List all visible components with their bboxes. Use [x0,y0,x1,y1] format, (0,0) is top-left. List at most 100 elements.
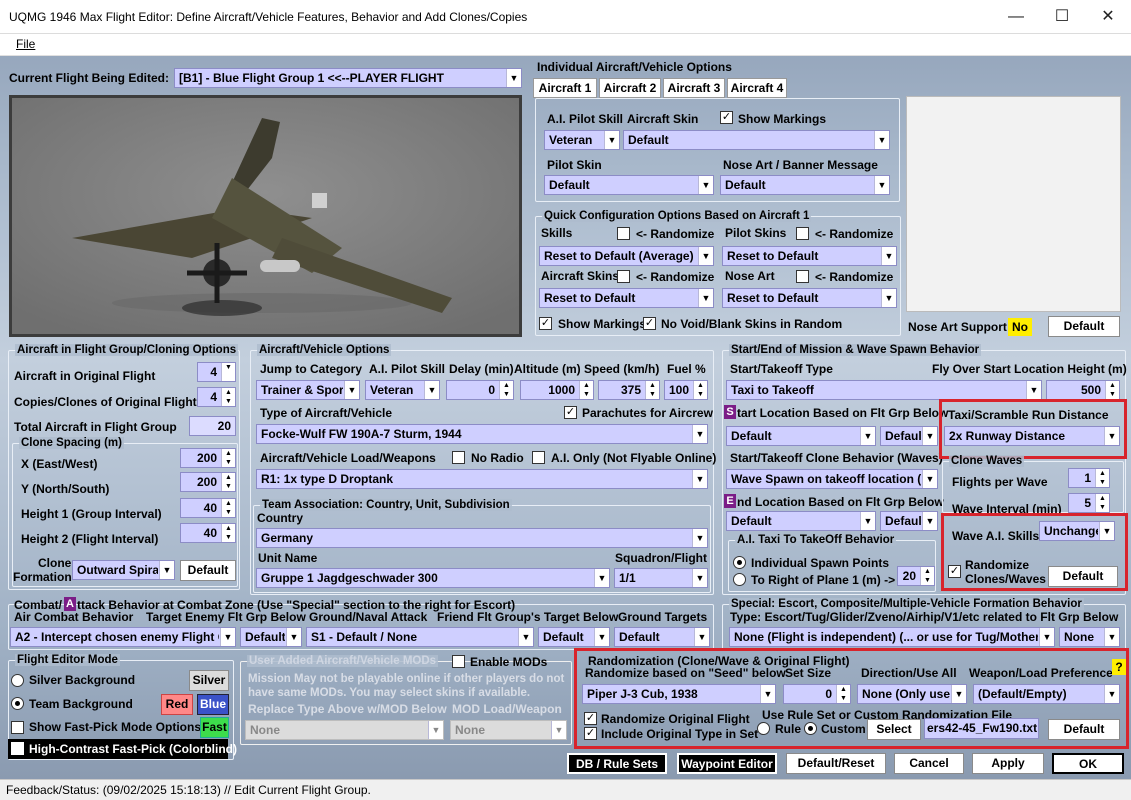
ground-attack-select[interactable]: S1 - Default / None ▼ [306,627,534,647]
random-default-button[interactable]: Default [1048,719,1120,740]
default-reset-button[interactable]: Default/Reset [786,753,886,774]
waypoint-editor-button[interactable]: Waypoint Editor [677,753,777,774]
flights-stepper[interactable]: 1 ▲ ▼ [1068,468,1110,488]
skills-select[interactable]: Reset to Default (Average) ▼ [539,246,714,266]
spinner-icon[interactable]: ▲ ▼ [221,388,235,406]
silver-radio[interactable] [11,674,24,687]
individual-spawn-radio[interactable] [733,556,746,569]
spinner-icon[interactable]: ▲ ▼ [221,473,235,491]
spinner-icon[interactable]: ▲ ▼ [645,381,659,399]
spinner-icon[interactable]: ▲ ▼ [579,381,593,399]
aircraft-skin-select[interactable]: Default ▼ [623,130,890,150]
seed-select[interactable]: Piper J-3 Cub, 1938 ▼ [582,684,776,704]
spinner-icon[interactable]: ▲ ▼ [1095,494,1109,512]
fastpick-checkbox[interactable] [11,721,24,734]
friend-select[interactable]: Default ▼ [538,627,610,647]
fast-button[interactable]: Fast [200,717,229,738]
pilot-skins-randomize-checkbox[interactable] [796,227,809,240]
enable-mods-checkbox[interactable] [452,655,465,668]
spinner-icon[interactable]: ▲ ▼ [221,499,235,517]
minimize-icon[interactable]: — [993,0,1039,34]
vehicle-type-select[interactable]: Focke-Wulf FW 190A-7 Sturm, 1944 ▼ [256,424,708,444]
quick-show-markings-checkbox[interactable]: ✓ [539,317,552,330]
tab-aircraft-3[interactable]: Aircraft 3 [663,78,725,98]
current-flight-select[interactable]: [B1] - Blue Flight Group 1 <<--PLAYER FL… [174,68,522,88]
aircraft-skins-randomize-checkbox[interactable] [617,270,630,283]
orig-flight-stepper[interactable]: 4 ▼ [197,362,236,382]
tab-aircraft-2[interactable]: Aircraft 2 [599,78,661,98]
aircraft-skins-select[interactable]: Reset to Default ▼ [539,288,714,308]
delay-stepper[interactable]: 0 ▲ ▼ [446,380,514,400]
help-icon[interactable]: ? [1112,659,1126,675]
special-grp-select[interactable]: None ▼ [1059,627,1120,647]
rand-orig-checkbox[interactable]: ✓ [584,712,597,725]
red-button[interactable]: Red [161,694,193,715]
x-stepper[interactable]: 200 ▲ ▼ [180,448,236,468]
altitude-stepper[interactable]: 1000 ▲ ▼ [520,380,594,400]
weapon-pref-select[interactable]: (Default/Empty) ▼ [973,684,1120,704]
mod-load-select[interactable]: None ▼ [450,720,567,740]
ok-button[interactable]: OK [1052,753,1124,774]
select-file-button[interactable]: Select [867,719,921,740]
parachutes-checkbox[interactable]: ✓ [564,406,577,419]
show-markings-checkbox[interactable]: ✓ [720,111,733,124]
end-loc2-select[interactable]: Default▼ [880,511,938,531]
target-select[interactable]: Default ▼ [240,627,302,647]
cancel-button[interactable]: Cancel [894,753,964,774]
chevron-down-icon[interactable]: ▼ [221,363,235,381]
rule-radio[interactable] [757,722,770,735]
incl-orig-checkbox[interactable]: ✓ [584,727,597,740]
pilot-skins-select[interactable]: Reset to Default ▼ [722,246,897,266]
contrast-checkbox[interactable] [11,742,24,755]
right-of-radio[interactable] [733,573,746,586]
start-type-select[interactable]: Taxi to Takeoff ▼ [726,380,1042,400]
maximize-icon[interactable]: ☐ [1039,0,1085,34]
ai-only-checkbox[interactable] [532,451,545,464]
randomize-clones-checkbox[interactable]: ✓ [948,565,961,578]
tab-aircraft-4[interactable]: Aircraft 4 [727,78,787,98]
custom-radio[interactable] [804,722,817,735]
country-select[interactable]: Germany ▼ [256,528,708,548]
speed-stepper[interactable]: 375 ▲ ▼ [598,380,660,400]
db-rulesets-button[interactable]: DB / Rule Sets [567,753,667,774]
quick-nose-art-select[interactable]: Reset to Default ▼ [722,288,897,308]
start-loc-select[interactable]: Default ▼ [726,426,876,446]
squadron-select[interactable]: 1/1 ▼ [614,568,708,588]
spinner-icon[interactable]: ▲ ▼ [221,449,235,467]
spinner-icon[interactable]: ▲ ▼ [499,381,513,399]
no-void-checkbox[interactable]: ✓ [643,317,656,330]
fuel-stepper[interactable]: 100 ▲ ▼ [664,380,708,400]
special-type-select[interactable]: None (Flight is independent) (... or use… [729,627,1055,647]
vehicle-skill-select[interactable]: Veteran ▼ [365,380,440,400]
copies-stepper[interactable]: 4 ▲ ▼ [197,387,236,407]
apply-button[interactable]: Apply [972,753,1044,774]
clone-behavior-select[interactable]: Wave Spawn on takeoff location (Flt Grp)… [726,469,938,489]
jump-select[interactable]: Trainer & Sport ▼ [256,380,360,400]
interval-stepper[interactable]: 5 ▲ ▼ [1068,493,1110,513]
ground-targets-select[interactable]: Default ▼ [614,627,710,647]
h2-stepper[interactable]: 40 ▲ ▼ [180,523,236,543]
y-stepper[interactable]: 200 ▲ ▼ [180,472,236,492]
end-loc-select[interactable]: Default ▼ [726,511,876,531]
pilot-skin-select[interactable]: Default ▼ [544,175,714,195]
nose-art-randomize-checkbox[interactable] [796,270,809,283]
set-size-stepper[interactable]: 0 ▲ ▼ [783,684,851,704]
random-file-field[interactable]: ers42-45_Fw190.txt [924,718,1039,739]
blue-button[interactable]: Blue [197,694,229,715]
load-select[interactable]: R1: 1x type D Droptank ▼ [256,469,708,489]
nose-art-select[interactable]: Default ▼ [720,175,890,195]
spawn-default-button[interactable]: Default [1048,566,1118,587]
cloning-default-button[interactable]: Default [180,560,236,581]
formation-select[interactable]: Outward Spiral ▼ [72,560,175,580]
pilot-skill-select[interactable]: Veteran ▼ [544,130,620,150]
nose-art-default-button[interactable]: Default [1048,316,1120,337]
skills-randomize-checkbox[interactable] [617,227,630,240]
spinner-icon[interactable]: ▲ ▼ [221,524,235,542]
start-loc2-select[interactable]: Default▼ [880,426,938,446]
mod-type-select[interactable]: None ▼ [245,720,444,740]
taxi-select[interactable]: 2x Runway Distance ▼ [944,426,1120,446]
right-of-stepper[interactable]: 20 ▲ ▼ [897,566,935,586]
spinner-icon[interactable]: ▲ ▼ [920,567,934,585]
menu-file[interactable]: File [16,37,35,51]
close-icon[interactable]: ✕ [1085,0,1131,34]
